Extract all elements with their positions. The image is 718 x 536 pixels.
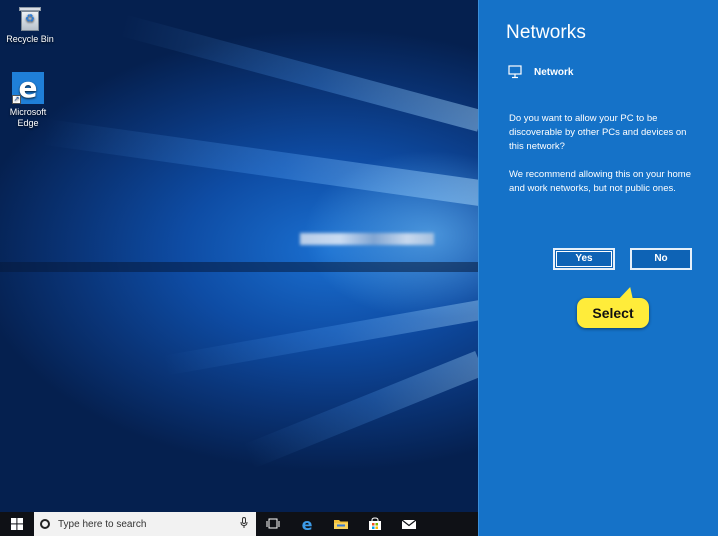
taskbar-search-box[interactable]: Type here to search <box>34 512 256 536</box>
edge-icon: e ↗ <box>12 72 44 104</box>
task-view-button[interactable] <box>256 512 290 536</box>
yes-button[interactable]: Yes <box>553 248 615 270</box>
select-callout: Select <box>577 298 649 328</box>
task-view-icon <box>266 518 280 529</box>
network-name: Network <box>534 66 574 78</box>
recommendation-text: We recommend allowing this on your home … <box>509 169 691 194</box>
desktop-icon-label: Recycle Bin <box>6 34 54 44</box>
windows-start-icon <box>11 518 23 530</box>
edge-icon: e <box>301 514 313 534</box>
taskbar-store-button[interactable] <box>358 512 392 536</box>
start-button[interactable] <box>0 512 34 536</box>
taskbar-file-explorer-button[interactable] <box>324 512 358 536</box>
taskbar-edge-button[interactable]: e <box>290 512 324 536</box>
networks-flyout: Networks Network Do you want to allow yo… <box>478 0 718 536</box>
desktop-icon-microsoft-edge[interactable]: e ↗ Microsoft Edge <box>0 72 56 129</box>
recycle-bin-icon <box>19 5 41 31</box>
microphone-icon[interactable] <box>240 517 248 532</box>
desktop-icon-label: Microsoft Edge <box>9 107 47 128</box>
mail-icon <box>401 519 417 529</box>
network-row: Network <box>508 65 573 79</box>
search-placeholder: Type here to search <box>58 518 147 530</box>
file-explorer-icon <box>334 520 348 529</box>
desktop-icon-recycle-bin[interactable]: Recycle Bin <box>2 5 58 45</box>
blurred-text <box>300 233 434 245</box>
taskbar: Type here to search e <box>0 512 478 536</box>
flyout-title: Networks <box>506 22 586 43</box>
ethernet-icon <box>508 65 522 79</box>
no-button[interactable]: No <box>630 248 692 270</box>
discoverable-question: Do you want to allow your PC to be disco… <box>509 113 687 152</box>
taskbar-mail-button[interactable] <box>392 512 426 536</box>
desktop-wallpaper: Recycle Bin e↗ Microsoft Edge <box>0 0 478 512</box>
search-icon <box>40 519 50 529</box>
store-icon <box>369 517 381 530</box>
